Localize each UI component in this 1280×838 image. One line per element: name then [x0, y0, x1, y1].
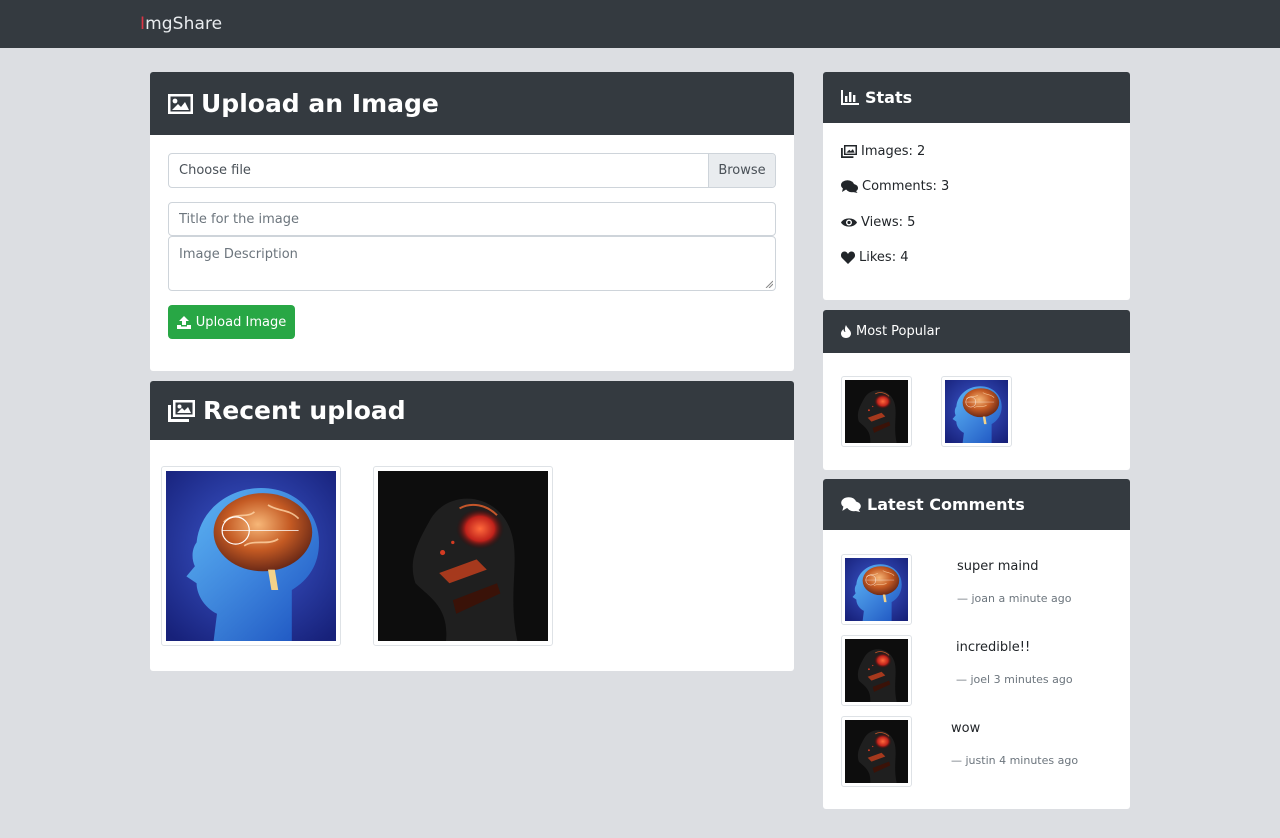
comment-text: wow — [951, 721, 981, 736]
navbar: ImgShare — [0, 0, 1280, 48]
bar-chart-icon — [841, 90, 859, 105]
stat-views: Views: 5 — [841, 215, 915, 230]
image-title-input[interactable] — [168, 202, 776, 236]
brand-logo[interactable]: ImgShare — [140, 14, 222, 34]
comment-thumbnail[interactable] — [841, 716, 912, 787]
recent-image-brain[interactable] — [161, 466, 341, 646]
stat-likes-label: Likes: 4 — [859, 250, 909, 265]
popular-image-dark-figure[interactable] — [841, 376, 912, 447]
comment-text: incredible!! — [956, 640, 1031, 655]
upload-image-button[interactable]: Upload Image — [168, 305, 295, 339]
dark-figure-image — [845, 639, 908, 702]
recent-image-dark-figure[interactable] — [373, 466, 553, 646]
dark-figure-image — [845, 720, 908, 783]
upload-image-button-label: Upload Image — [195, 314, 287, 330]
comment-thumbnail[interactable] — [841, 554, 912, 625]
comment-item: wow — justin 4 minutes ago — [841, 716, 1121, 787]
image-icon — [168, 93, 193, 114]
images-icon — [168, 399, 195, 422]
stats-title: Stats — [865, 88, 913, 107]
dark-figure-image — [378, 471, 548, 641]
comment-meta: — joan a minute ago — [957, 592, 1072, 605]
comment-item: super maind — joan a minute ago — [841, 554, 1121, 625]
stat-comments-label: Comments: 3 — [862, 179, 950, 194]
upload-card: Upload an Image Choose file Browse Uploa… — [150, 72, 794, 371]
comment-meta: — joel 3 minutes ago — [956, 673, 1073, 686]
comment-thumbnail[interactable] — [841, 635, 912, 706]
latest-comments-title: Latest Comments — [867, 495, 1025, 514]
stat-likes: Likes: 4 — [841, 250, 908, 265]
upload-icon — [176, 315, 191, 329]
comment-text: super maind — [957, 559, 1039, 574]
brain-image — [945, 380, 1008, 443]
resize-grip-icon[interactable] — [765, 280, 773, 288]
most-popular-title: Most Popular — [856, 324, 940, 339]
dark-figure-image — [845, 380, 908, 443]
stats-header: Stats — [823, 72, 1130, 123]
stats-card: Stats Images: 2 Comments: 3 Views: 5 Lik… — [823, 72, 1130, 300]
popular-image-brain[interactable] — [941, 376, 1012, 447]
latest-comments-header: Latest Comments — [823, 479, 1130, 530]
upload-card-header: Upload an Image — [150, 72, 794, 135]
most-popular-header: Most Popular — [823, 310, 1130, 353]
images-icon — [841, 145, 857, 158]
stat-views-label: Views: 5 — [861, 215, 916, 230]
brain-image — [845, 558, 908, 621]
comment-item: incredible!! — joel 3 minutes ago — [841, 635, 1121, 706]
most-popular-card: Most Popular — [823, 310, 1130, 470]
eye-icon — [841, 218, 857, 227]
recent-upload-header: Recent upload — [150, 381, 794, 440]
browse-button[interactable]: Browse — [708, 154, 775, 187]
stat-comments: Comments: 3 — [841, 179, 949, 194]
heart-icon — [841, 251, 855, 264]
recent-upload-title: Recent upload — [203, 396, 406, 425]
stat-images: Images: 2 — [841, 144, 925, 159]
fire-icon — [841, 325, 851, 338]
file-input-label: Choose file — [179, 163, 251, 178]
brain-image — [166, 471, 336, 641]
file-input[interactable]: Choose file Browse — [168, 153, 776, 188]
upload-card-title: Upload an Image — [201, 89, 439, 118]
stat-images-label: Images: 2 — [861, 144, 926, 159]
brand-text: mgShare — [145, 14, 223, 34]
comments-icon — [841, 180, 858, 193]
image-description-input[interactable] — [168, 236, 776, 291]
recent-upload-card: Recent upload — [150, 381, 794, 671]
comments-icon — [841, 497, 861, 512]
latest-comments-card: Latest Comments super maind — joan a min… — [823, 479, 1130, 809]
comment-meta: — justin 4 minutes ago — [951, 754, 1079, 767]
